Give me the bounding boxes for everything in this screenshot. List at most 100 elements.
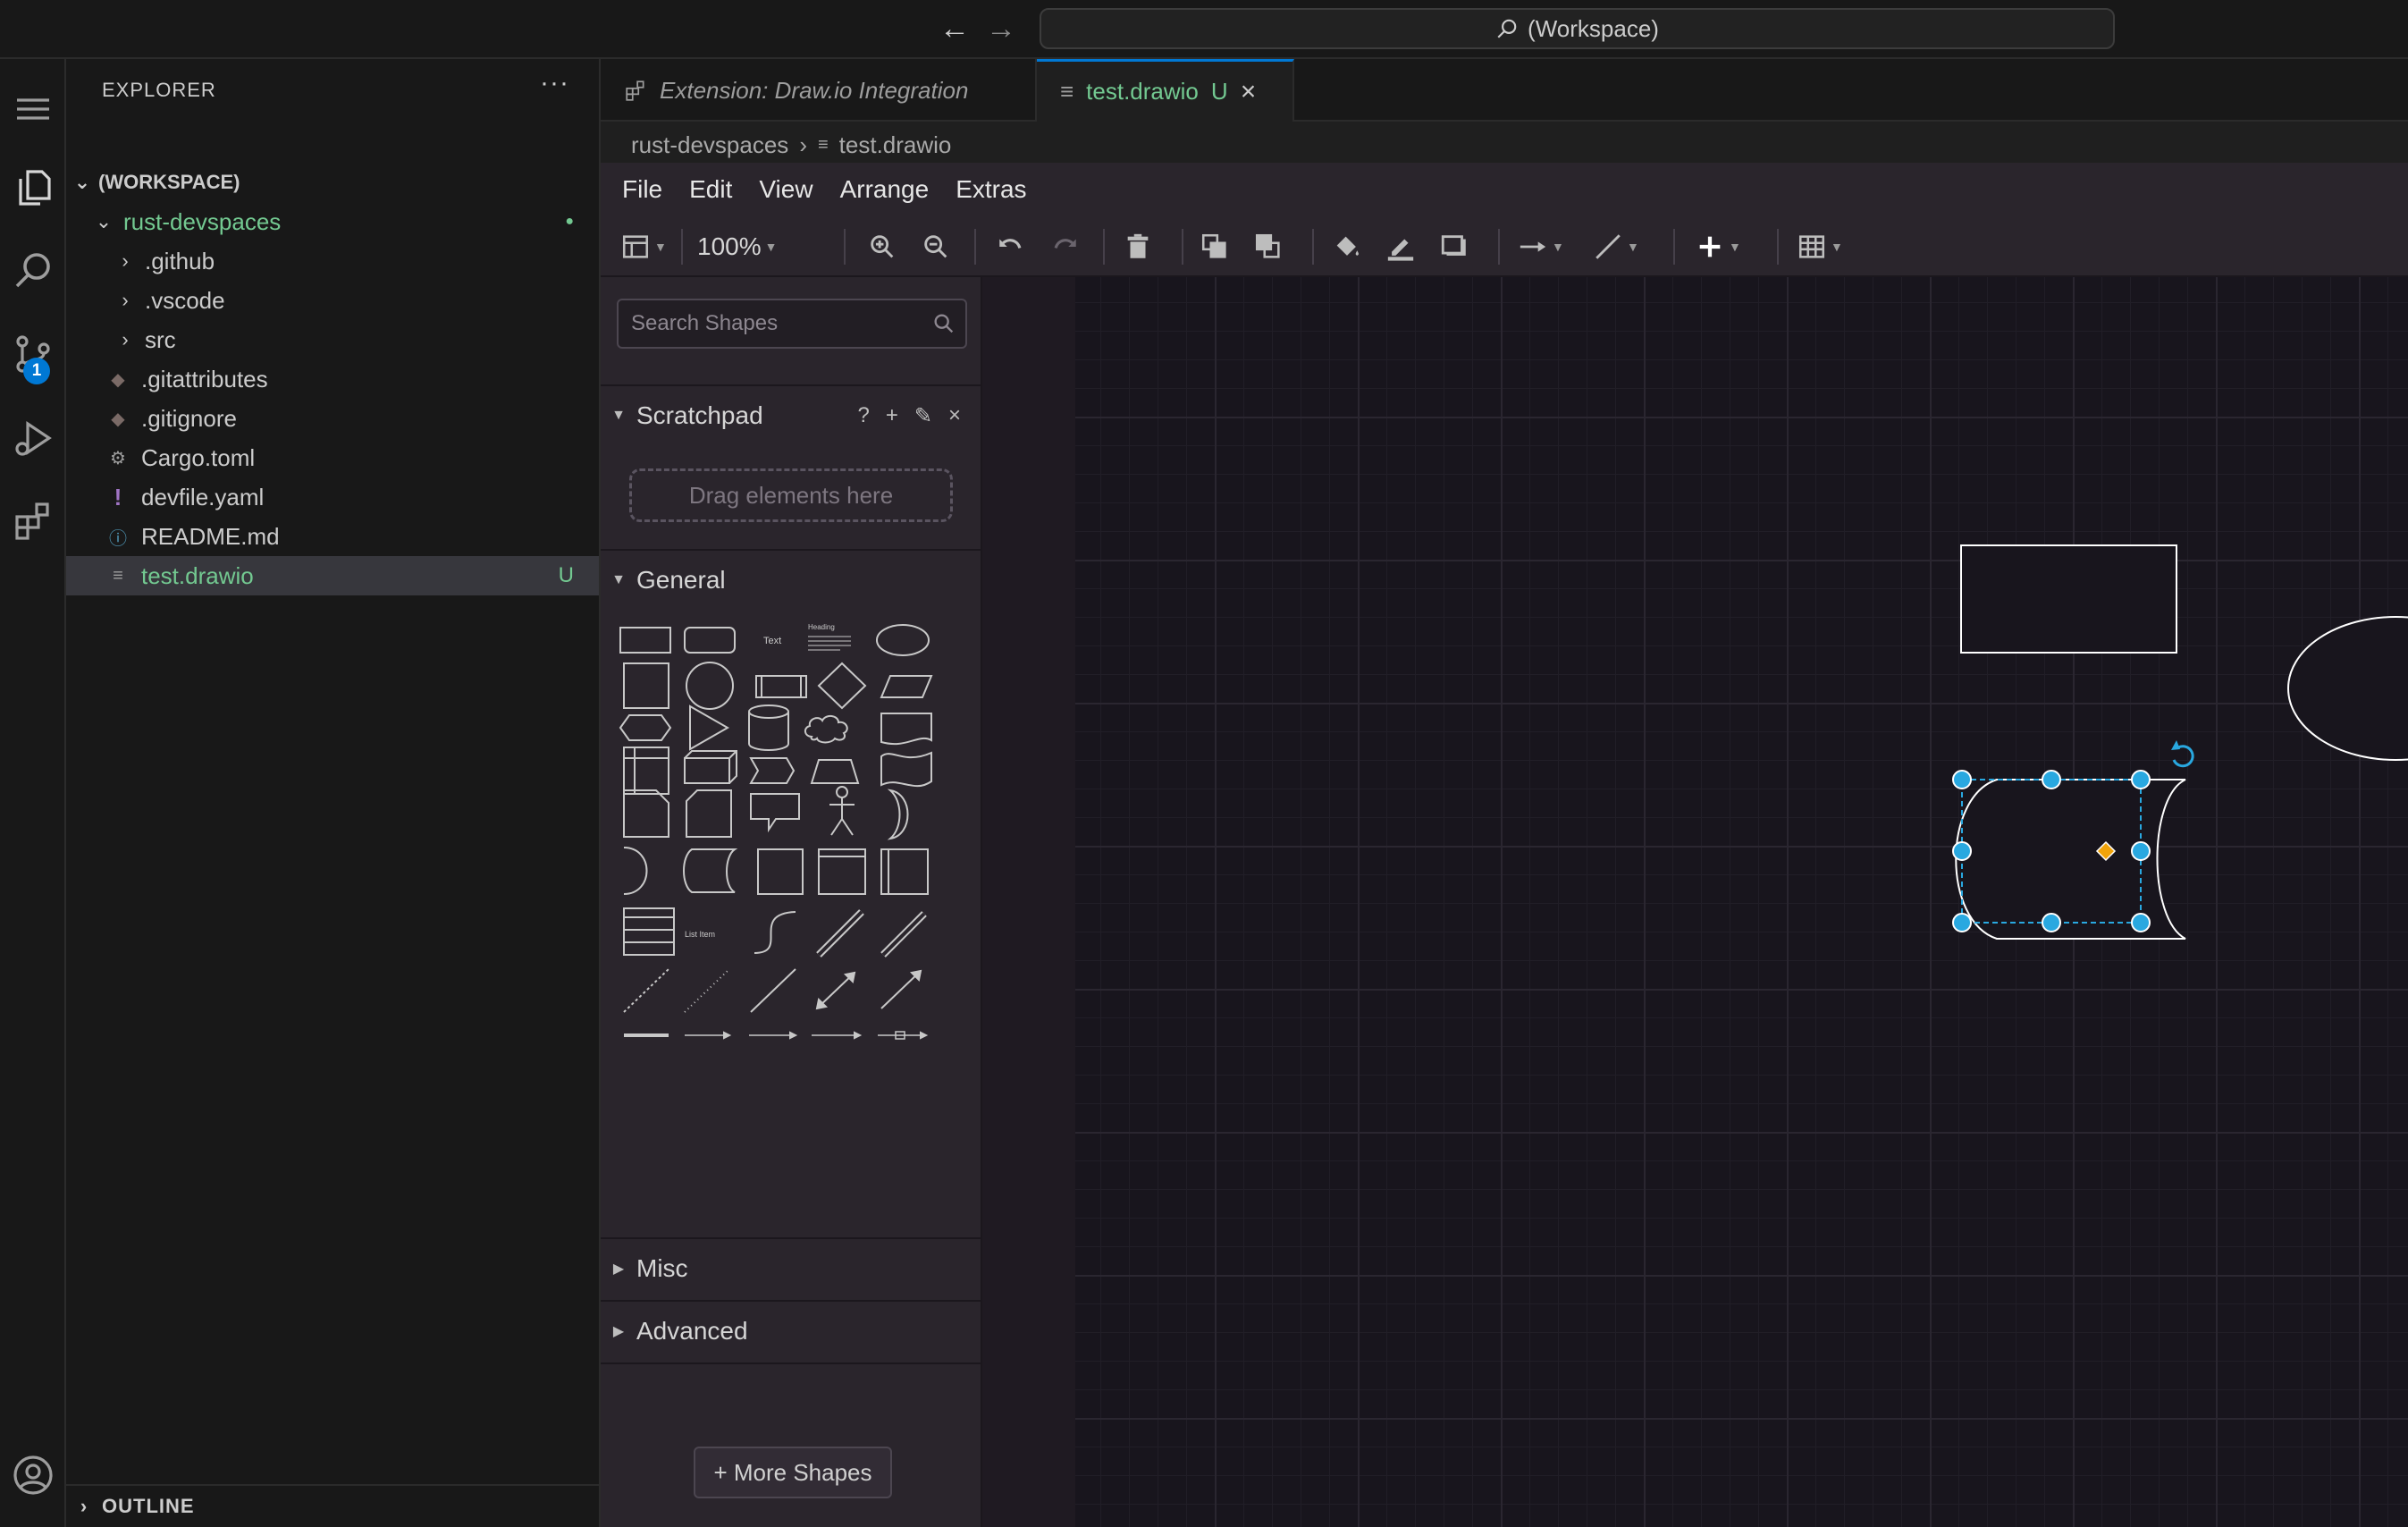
shape-step[interactable] [749,757,796,784]
breadcrumb-folder[interactable]: rust-devspaces [631,131,788,159]
arrow-right-icon[interactable]: → [983,11,1019,46]
shape-directional-connector[interactable] [880,969,922,1009]
shape-rounded-rectangle[interactable] [684,627,736,654]
undo-button[interactable] [996,229,1026,265]
tree-item-src[interactable]: › src [66,320,599,359]
menu-view[interactable]: View [759,175,812,204]
shape-list-item[interactable]: List Item [685,930,715,939]
resize-handle-sw[interactable] [1952,913,1972,932]
shape-actor[interactable] [829,786,855,836]
shape-square[interactable] [623,662,669,709]
resize-handle-e[interactable] [2131,841,2151,861]
shape-process[interactable] [755,675,807,698]
resize-handle-nw[interactable] [1952,770,1972,789]
breadcrumb-file[interactable]: test.drawio [839,131,952,159]
search-icon[interactable] [931,311,956,336]
line-color-button[interactable] [1385,229,1416,265]
extensions-icon[interactable] [0,485,66,556]
delete-button[interactable] [1123,229,1153,265]
to-back-button[interactable] [1253,229,1284,265]
resize-handle-ne[interactable] [2131,770,2151,789]
close-icon[interactable]: × [948,403,961,429]
run-debug-icon[interactable] [0,402,66,474]
fill-color-button[interactable] [1332,229,1362,265]
diagram-ellipse[interactable] [2287,616,2408,761]
to-front-button[interactable] [1200,229,1230,265]
shape-list[interactable] [623,907,675,956]
section-misc[interactable]: ▶ Misc [601,1237,981,1298]
shape-circle[interactable] [686,662,734,710]
tab-extension-drawio[interactable]: Extension: Draw.io Integration [601,59,1037,122]
shape-cylinder[interactable] [748,704,789,751]
shape-dotted-line[interactable] [684,968,730,1013]
shape-connector-3-labels[interactable] [812,1031,863,1040]
section-scratchpad[interactable]: ▼ Scratchpad ? + ✎ × [601,384,981,445]
diagram-canvas[interactable] [1075,277,2408,1527]
shape-vertical-container[interactable] [880,848,929,895]
resize-handle-n[interactable] [2042,770,2061,789]
tree-item-vscode[interactable]: › .vscode [66,281,599,320]
shape-textbox[interactable]: Heading [808,623,851,651]
edit-icon[interactable]: ✎ [914,403,932,429]
outline-section[interactable]: › OUTLINE [66,1484,599,1527]
shape-document[interactable] [880,713,932,746]
search-shapes-input[interactable]: Search Shapes [617,299,967,349]
shape-internal-storage[interactable] [623,747,669,795]
shape-hexagon[interactable] [619,714,672,741]
resize-handle-se[interactable] [2131,913,2151,932]
diagram-data-storage-shape[interactable] [1955,779,2186,940]
tree-item-cargo-toml[interactable]: ⚙ Cargo.toml [66,438,599,477]
connection-style-button[interactable]: ▼ [1518,229,1564,265]
command-center-search[interactable]: (Workspace) [1040,8,2115,49]
shape-dashed-line[interactable] [623,968,669,1013]
shadow-button[interactable] [1439,229,1469,265]
resize-handle-w[interactable] [1952,841,1972,861]
menu-icon[interactable] [0,73,66,145]
files-icon[interactable] [0,152,66,224]
zoom-out-button[interactable] [921,229,951,265]
shape-data-storage[interactable] [683,848,738,893]
tree-item-devfile[interactable]: ! devfile.yaml [66,477,599,517]
shape-arrow[interactable] [880,911,927,958]
tree-item-test-drawio[interactable]: ≡ test.drawio U [66,556,599,595]
shape-frame[interactable] [818,848,866,895]
shape-connector-label[interactable] [685,1031,732,1040]
shape-callout[interactable] [750,793,800,833]
shape-note[interactable] [623,789,669,838]
shape-container[interactable] [757,848,804,895]
workspace-root[interactable]: ⌄ (WORKSPACE) [66,163,599,202]
resize-handle-s[interactable] [2042,913,2061,932]
shape-bidirectional-connector[interactable] [815,971,856,1010]
menu-arrange[interactable]: Arrange [840,175,930,204]
section-advanced[interactable]: ▶ Advanced [601,1300,981,1361]
shape-delay[interactable] [623,847,648,895]
shape-bidirectional-arrow[interactable] [816,909,864,958]
shape-tape[interactable] [880,751,932,788]
section-general[interactable]: ▼ General [601,549,981,610]
scratchpad-dropzone[interactable]: Drag elements here [629,468,953,522]
shape-card[interactable] [686,789,732,838]
table-button[interactable]: ▼ [1797,229,1843,265]
shape-curve[interactable] [754,911,796,954]
tab-test-drawio[interactable]: ≡ test.drawio U × [1037,59,1294,122]
account-icon[interactable] [0,1439,66,1511]
menu-file[interactable]: File [622,175,662,204]
menu-edit[interactable]: Edit [689,175,732,204]
shape-cube[interactable] [684,750,737,784]
more-actions-icon[interactable]: ··· [540,68,569,98]
rotate-icon[interactable] [2171,740,2194,768]
diagram-rectangle[interactable] [1960,544,2177,654]
shape-cloud[interactable] [804,715,848,744]
shape-rectangle[interactable] [619,627,671,654]
shape-text[interactable]: Text [763,636,781,646]
zoom-in-button[interactable] [867,229,897,265]
tree-item-readme[interactable]: ⓘ README.md [66,517,599,556]
shape-line[interactable] [750,968,796,1013]
plus-icon[interactable]: + [886,403,898,429]
tree-item-github[interactable]: › .github [66,241,599,281]
close-icon[interactable]: × [1241,77,1257,107]
shape-trapezoid[interactable] [810,759,860,784]
shape-connector-2-labels[interactable] [749,1031,798,1040]
tree-item-rust-devspaces[interactable]: ⌄ rust-devspaces ● [66,202,599,241]
search-icon[interactable] [0,234,66,306]
